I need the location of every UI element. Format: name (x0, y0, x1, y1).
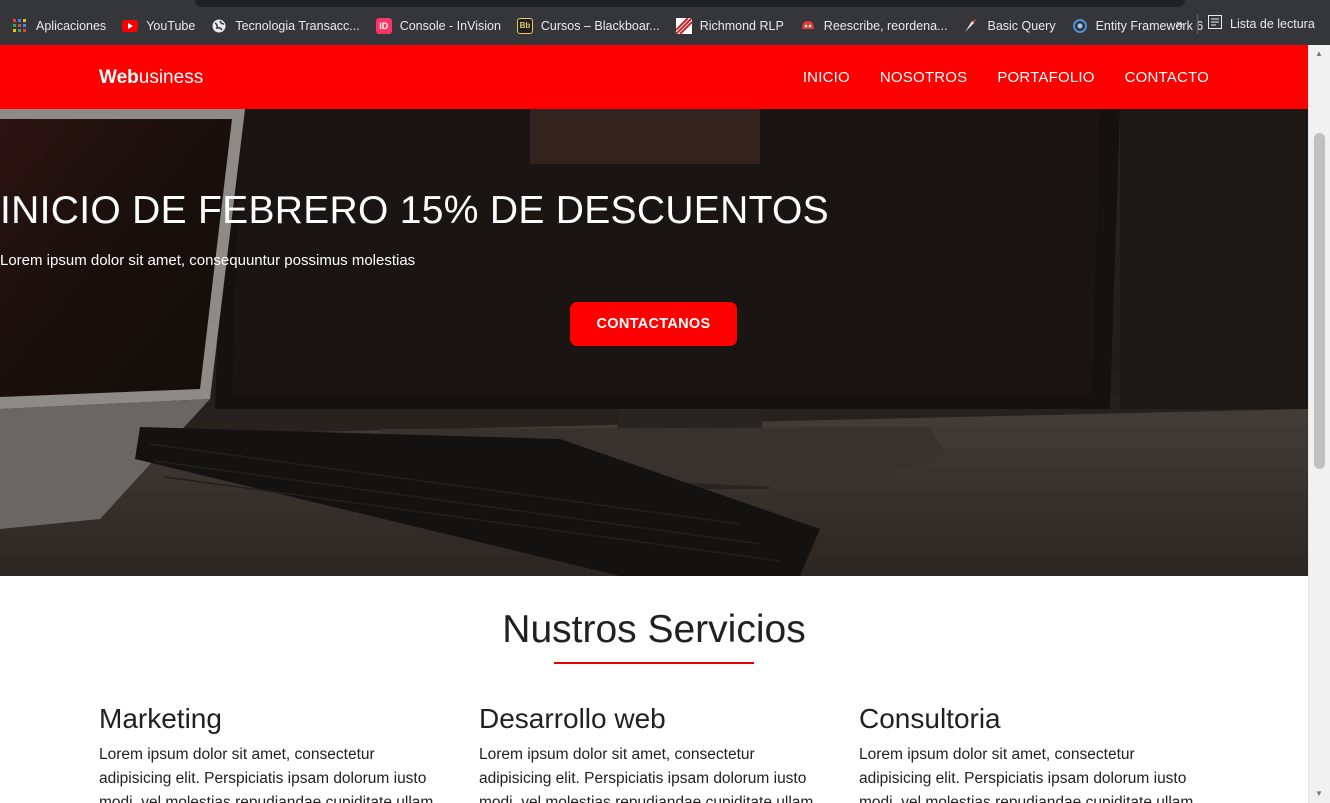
youtube-icon (122, 18, 139, 34)
service-title: Marketing (99, 703, 222, 734)
service-description: Lorem ipsum dolor sit amet, consectetur … (99, 746, 434, 803)
nav-link-inicio[interactable]: INICIO (803, 69, 850, 86)
invision-icon: ID (375, 17, 392, 34)
main-nav: INICIO NOSOTROS PORTAFOLIO CONTACTO (803, 69, 1209, 86)
blackboard-icon: Bb (516, 17, 533, 34)
bookmarks-divider (1197, 14, 1198, 34)
nav-link-nosotros[interactable]: NOSOTROS (880, 69, 967, 86)
bookmarks-overflow-button[interactable]: » (1176, 16, 1183, 31)
bookmark-invision[interactable]: ID Console - InVision (375, 17, 501, 34)
service-title: Desarrollo web (479, 703, 666, 734)
contact-us-button[interactable]: CONTACTANOS (570, 302, 737, 346)
bookmark-label: Basic Query (987, 18, 1056, 33)
bookmark-reescribe[interactable]: Reescribe, reordena... (800, 18, 948, 34)
bookmark-label: Cursos – Blackboar... (540, 18, 660, 33)
bookmark-richmond[interactable]: Richmond RLP (675, 17, 784, 34)
service-description: Lorem ipsum dolor sit amet, consectetur … (859, 746, 1194, 803)
brand-bold: Web (99, 67, 139, 88)
bookmark-youtube[interactable]: YouTube (122, 18, 195, 34)
services-title: Nustros Servicios (502, 608, 806, 651)
reescribe-icon (800, 18, 816, 34)
hero-banner: INICIO DE FEBRERO 15% DE DESCUENTOS Lore… (0, 109, 1308, 576)
services-title-underline (554, 662, 754, 664)
brand-rest: usiness (138, 67, 204, 88)
hero-subtitle: Lorem ipsum dolor sit amet, consequuntur… (0, 252, 416, 269)
scrollbar-thumb[interactable] (1314, 133, 1325, 469)
bookmark-label: Console - InVision (399, 18, 501, 33)
entity-framework-icon (1072, 18, 1088, 34)
reading-list-label: Lista de lectura (1230, 16, 1315, 31)
scroll-down-arrow-icon[interactable]: ▼ (1315, 789, 1323, 798)
apps-grid-icon (12, 18, 28, 34)
bookmark-label: Tecnologia Transacc... (235, 18, 360, 33)
scroll-up-arrow-icon[interactable]: ▲ (1315, 49, 1323, 58)
brand-logo[interactable]: Webusiness (99, 67, 203, 89)
basic-query-icon (963, 18, 979, 34)
service-card-desarrollo-web: Desarrollo web Lorem ipsum dolor sit ame… (479, 703, 829, 803)
bookmark-label: Richmond RLP (699, 18, 784, 33)
bookmarks-bar: Aplicaciones YouTube Tecnologia Transacc… (0, 0, 1330, 45)
bookmark-label: YouTube (146, 18, 196, 33)
reading-list-icon (1208, 15, 1222, 32)
nav-link-contacto[interactable]: CONTACTO (1125, 69, 1209, 86)
globe-icon (211, 18, 227, 34)
page-scrollbar[interactable]: ▲ ▼ (1308, 45, 1330, 803)
reading-list-button[interactable]: Lista de lectura (1208, 15, 1315, 32)
site-navbar: Webusiness INICIO NOSOTROS PORTAFOLIO CO… (0, 45, 1308, 109)
service-title: Consultoria (859, 703, 1001, 734)
bookmark-entity-framework[interactable]: Entity Framework 6 (1072, 18, 1204, 34)
service-description: Lorem ipsum dolor sit amet, consectetur … (479, 746, 814, 803)
omnibox-edge (195, 0, 1185, 7)
bookmark-tecnologia[interactable]: Tecnologia Transacc... (211, 18, 360, 34)
bookmark-label: Entity Framework 6 (1095, 18, 1204, 33)
bookmark-label: Reescribe, reordena... (823, 18, 948, 33)
bookmark-blackboard[interactable]: Bb Cursos – Blackboar... (516, 17, 660, 34)
hero-title: INICIO DE FEBRERO 15% DE DESCUENTOS (0, 189, 829, 232)
richmond-icon (675, 17, 692, 34)
bookmark-aplicaciones[interactable]: Aplicaciones (12, 18, 106, 34)
service-card-marketing: Marketing Lorem ipsum dolor sit amet, co… (99, 703, 449, 803)
bookmark-basic-query[interactable]: Basic Query (963, 18, 1056, 34)
bookmark-label: Aplicaciones (36, 18, 107, 33)
nav-link-portafolio[interactable]: PORTAFOLIO (997, 69, 1094, 86)
service-card-consultoria: Consultoria Lorem ipsum dolor sit amet, … (859, 703, 1209, 803)
